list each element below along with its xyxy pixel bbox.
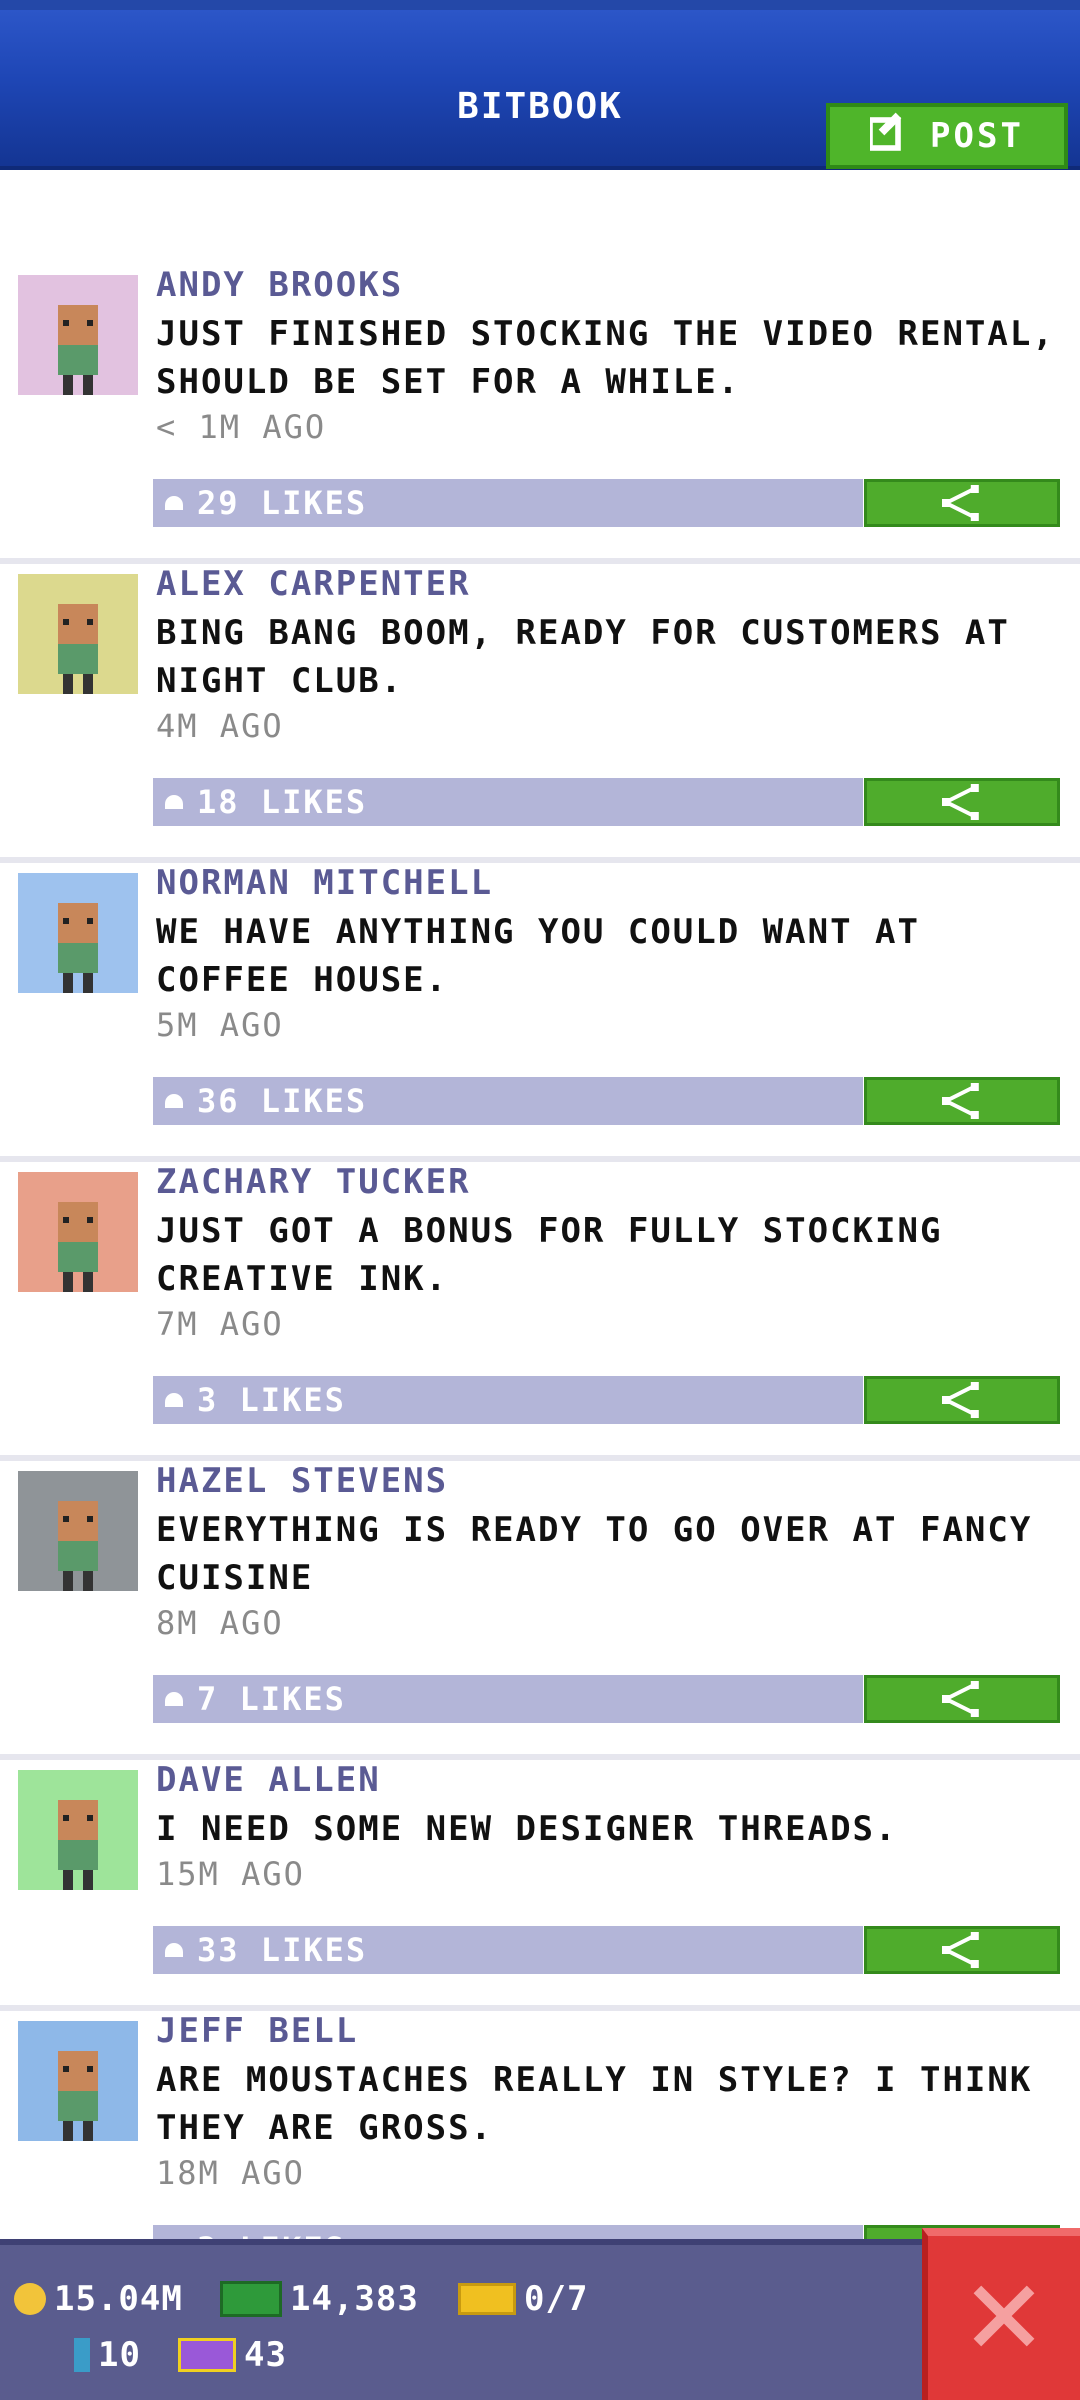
share-button[interactable] — [864, 778, 1060, 826]
post-author: NORMAN MITCHELL — [156, 863, 494, 903]
feed-post: DAVE ALLEN I NEED SOME NEW DESIGNER THREA… — [0, 1754, 1080, 2005]
status-bar: 15.04M 14,383 0/7 10 43 — [0, 2239, 1080, 2400]
post-message: WE HAVE ANYTHING YOU COULD WANT AT COFFE… — [156, 912, 920, 1000]
share-icon — [942, 1932, 979, 1968]
share-icon — [942, 1681, 979, 1717]
thumbs-up-icon — [165, 1943, 183, 1957]
post-author: DAVE ALLEN — [156, 1760, 381, 1800]
character-sprite — [58, 604, 98, 694]
post-author: ZACHARY TUCKER — [156, 1162, 471, 1202]
character-sprite — [58, 305, 98, 395]
post-button-label: POST — [930, 116, 1024, 156]
elevator-value: 10 — [98, 2335, 141, 2375]
post-message: JUST FINISHED STOCKING THE VIDEO RENTAL,… — [156, 314, 1055, 402]
character-sprite — [58, 1202, 98, 1292]
likes-count: 7 LIKES — [197, 1680, 346, 1718]
tickets-counter: 0/7 — [458, 2279, 588, 2319]
bux-value: 14,383 — [290, 2279, 419, 2319]
like-button[interactable]: 18 LIKES — [153, 778, 863, 826]
coin-icon — [14, 2283, 46, 2315]
post-message: I NEED SOME NEW DESIGNER THREADS. — [156, 1809, 898, 1849]
feed-post: ANDY BROOKS JUST FINISHED STOCKING THE VI… — [0, 265, 1080, 558]
post-message: ARE MOUSTACHES REALLY IN STYLE? I THINK … — [156, 2060, 1033, 2148]
post-message: BING BANG BOOM, READY FOR CUSTOMERS AT N… — [156, 613, 1010, 701]
share-button[interactable] — [864, 1376, 1060, 1424]
share-icon — [942, 485, 979, 521]
compose-icon — [867, 112, 910, 161]
avatar — [18, 2021, 138, 2141]
post-button[interactable]: POST — [826, 103, 1068, 169]
post-time: 7M AGO — [156, 1305, 284, 1343]
thumbs-up-icon — [165, 795, 183, 809]
share-button[interactable] — [864, 1675, 1060, 1723]
tickets-value: 0/7 — [524, 2279, 589, 2319]
share-icon — [942, 784, 979, 820]
share-icon — [942, 1382, 979, 1418]
feed-post: ZACHARY TUCKER JUST GOT A BONUS FOR FULLY… — [0, 1156, 1080, 1455]
like-button[interactable]: 7 LIKES — [153, 1675, 863, 1723]
avatar — [18, 1172, 138, 1292]
post-author: ANDY BROOKS — [156, 265, 404, 305]
post-time: 4M AGO — [156, 707, 284, 745]
avatar — [18, 275, 138, 395]
thumbs-up-icon — [165, 1692, 183, 1706]
post-message: JUST GOT A BONUS FOR FULLY STOCKING CREA… — [156, 1211, 943, 1299]
vip-value: 43 — [244, 2335, 287, 2375]
post-message: EVERYTHING IS READY TO GO OVER AT FANCY … — [156, 1510, 1033, 1598]
likes-count: 3 LIKES — [197, 1381, 346, 1419]
thumbs-up-icon — [165, 496, 183, 510]
character-sprite — [58, 903, 98, 993]
post-author: JEFF BELL — [156, 2011, 359, 2051]
avatar — [18, 873, 138, 993]
feed-post: NORMAN MITCHELL WE HAVE ANYTHING YOU COUL… — [0, 857, 1080, 1156]
feed-post: ALEX CARPENTER BING BANG BOOM, READY FOR … — [0, 558, 1080, 857]
thumbs-up-icon — [165, 1393, 183, 1407]
elevator-counter: 10 — [74, 2335, 141, 2375]
likes-count: 33 LIKES — [197, 1931, 368, 1969]
share-button[interactable] — [864, 479, 1060, 527]
close-button[interactable] — [922, 2228, 1080, 2400]
coins-counter: 15.04M — [14, 2279, 183, 2319]
like-button[interactable]: 36 LIKES — [153, 1077, 863, 1125]
share-icon — [942, 1083, 979, 1119]
ticket-icon — [458, 2283, 516, 2315]
avatar — [18, 574, 138, 694]
vip-icon — [178, 2338, 236, 2372]
share-button[interactable] — [864, 1926, 1060, 1974]
feed-list: ANDY BROOKS JUST FINISHED STOCKING THE VI… — [0, 265, 1080, 2304]
likes-count: 29 LIKES — [197, 484, 368, 522]
post-author: HAZEL STEVENS — [156, 1461, 449, 1501]
avatar — [18, 1471, 138, 1591]
coins-value: 15.04M — [54, 2279, 183, 2319]
avatar — [18, 1770, 138, 1890]
likes-count: 18 LIKES — [197, 783, 368, 821]
bux-icon — [220, 2281, 282, 2317]
feed-post: HAZEL STEVENS EVERYTHING IS READY TO GO O… — [0, 1455, 1080, 1754]
post-time: 15M AGO — [156, 1855, 305, 1893]
thumbs-up-icon — [165, 1094, 183, 1108]
character-sprite — [58, 2051, 98, 2141]
elevator-icon — [74, 2338, 90, 2372]
share-button[interactable] — [864, 1077, 1060, 1125]
post-time: 5M AGO — [156, 1006, 284, 1044]
close-icon — [966, 2278, 1042, 2358]
vip-counter: 43 — [178, 2335, 287, 2375]
app-header: BITBOOK POST — [0, 0, 1080, 170]
like-button[interactable]: 33 LIKES — [153, 1926, 863, 1974]
character-sprite — [58, 1800, 98, 1890]
post-time: 18M AGO — [156, 2154, 305, 2192]
post-time: < 1M AGO — [156, 408, 327, 446]
likes-count: 36 LIKES — [197, 1082, 368, 1120]
post-author: ALEX CARPENTER — [156, 564, 471, 604]
post-time: 8M AGO — [156, 1604, 284, 1642]
character-sprite — [58, 1501, 98, 1591]
like-button[interactable]: 29 LIKES — [153, 479, 863, 527]
bux-counter: 14,383 — [220, 2279, 419, 2319]
like-button[interactable]: 3 LIKES — [153, 1376, 863, 1424]
